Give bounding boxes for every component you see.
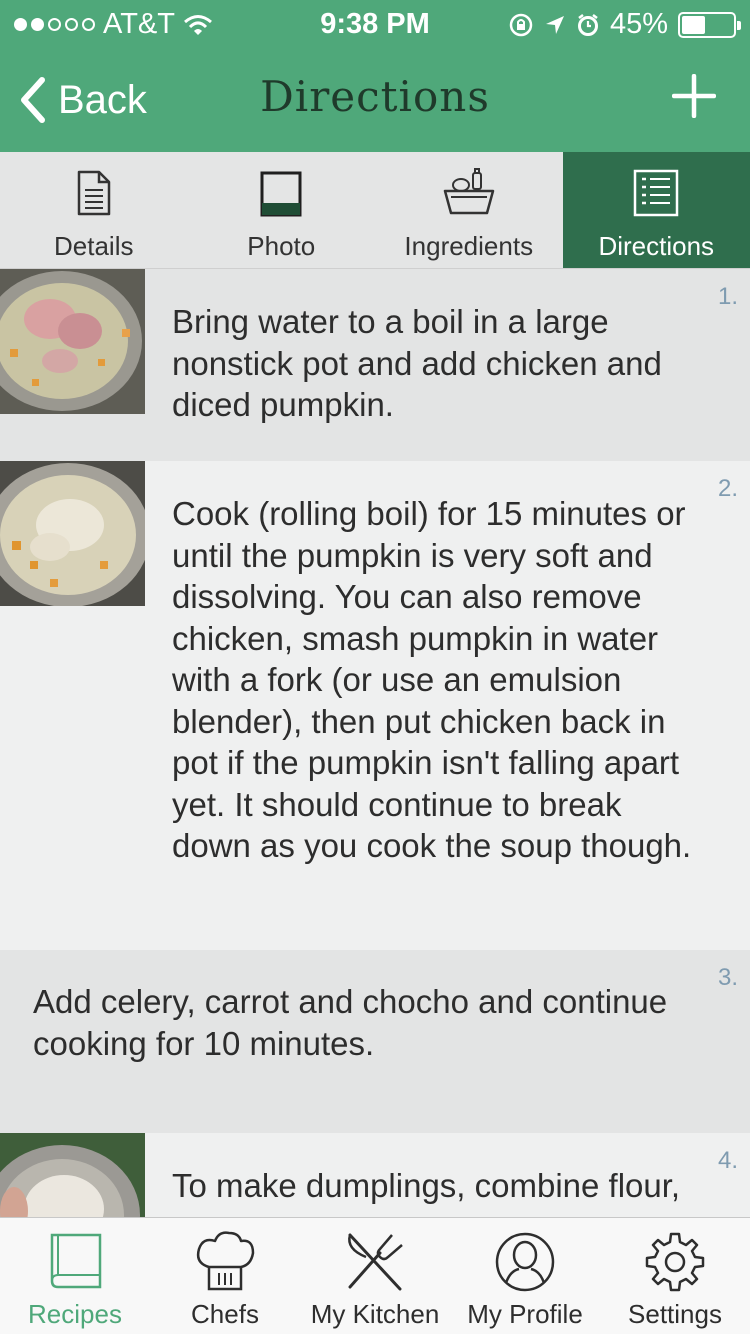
tabbar-my-profile[interactable]: My Profile xyxy=(450,1218,600,1334)
status-bar: AT&T 9:38 PM 45% xyxy=(0,0,750,50)
plus-icon xyxy=(671,73,717,119)
basket-icon xyxy=(443,168,494,215)
rotation-lock-icon xyxy=(509,13,533,36)
tab-photo-label: Photo xyxy=(247,231,316,261)
tab-photo[interactable]: Photo xyxy=(188,152,376,268)
add-button[interactable] xyxy=(671,73,717,123)
direction-step[interactable]: 2. Cook (rolling boil) for 15 minutes or… xyxy=(0,461,750,950)
profile-icon xyxy=(495,1232,555,1292)
chef-hat-icon xyxy=(196,1231,255,1291)
direction-step[interactable]: 4. To make dumplings, combine flour, xyxy=(0,1133,750,1217)
photo-icon xyxy=(260,171,302,217)
step-number: 1. xyxy=(717,283,738,310)
step-photo xyxy=(0,269,145,414)
direction-step[interactable]: 3. Add celery, carrot and chocho and con… xyxy=(0,950,750,1133)
location-arrow-icon xyxy=(545,15,564,34)
alarm-icon xyxy=(577,13,598,36)
tabbar-chefs[interactable]: Chefs xyxy=(150,1218,300,1334)
bottom-tab-bar: Recipes Chefs My Kitchen My Profile Sett… xyxy=(0,1217,750,1334)
tab-ingredients-label: Ingredients xyxy=(404,231,534,261)
tab-directions[interactable]: Directions xyxy=(562,152,750,268)
tabbar-recipes-label: Recipes xyxy=(28,1299,122,1329)
step-photo xyxy=(0,461,145,606)
step-number: 4. xyxy=(717,1147,738,1174)
tab-details[interactable]: Details xyxy=(0,152,188,268)
step-text: Add celery, carrot and chocho and contin… xyxy=(33,983,668,1062)
step-number: 3. xyxy=(717,964,738,991)
tabbar-recipes[interactable]: Recipes xyxy=(0,1218,150,1334)
tab-ingredients[interactable]: Ingredients xyxy=(375,152,563,268)
step-photo xyxy=(0,1133,145,1217)
tabbar-settings-label: Settings xyxy=(628,1299,722,1329)
tab-directions-label: Directions xyxy=(598,231,715,261)
battery-icon xyxy=(678,11,741,38)
tab-details-label: Details xyxy=(54,231,134,261)
direction-step[interactable]: 1. Bring water to a boil in a large nons… xyxy=(0,269,750,461)
book-icon xyxy=(50,1233,102,1289)
tabbar-settings[interactable]: Settings xyxy=(600,1218,750,1334)
tabbar-my-kitchen-label: My Kitchen xyxy=(310,1299,440,1329)
battery-percent: 45% xyxy=(609,8,668,40)
tabbar-my-kitchen[interactable]: My Kitchen xyxy=(300,1218,450,1334)
list-icon xyxy=(634,169,679,217)
navigation-bar: Back Directions xyxy=(0,50,750,152)
page-title: Directions xyxy=(260,72,490,121)
fork-knife-icon xyxy=(348,1233,403,1291)
tabbar-chefs-label: Chefs xyxy=(191,1299,259,1329)
directions-list[interactable]: 1. Bring water to a boil in a large nons… xyxy=(0,269,750,1217)
status-right: 45% xyxy=(508,8,741,41)
recipe-section-tabs: Details Photo Ingredients Directions xyxy=(0,152,750,269)
tabbar-my-profile-label: My Profile xyxy=(467,1299,583,1329)
step-number: 2. xyxy=(717,475,738,502)
document-icon xyxy=(77,170,110,216)
gear-icon xyxy=(645,1232,705,1292)
